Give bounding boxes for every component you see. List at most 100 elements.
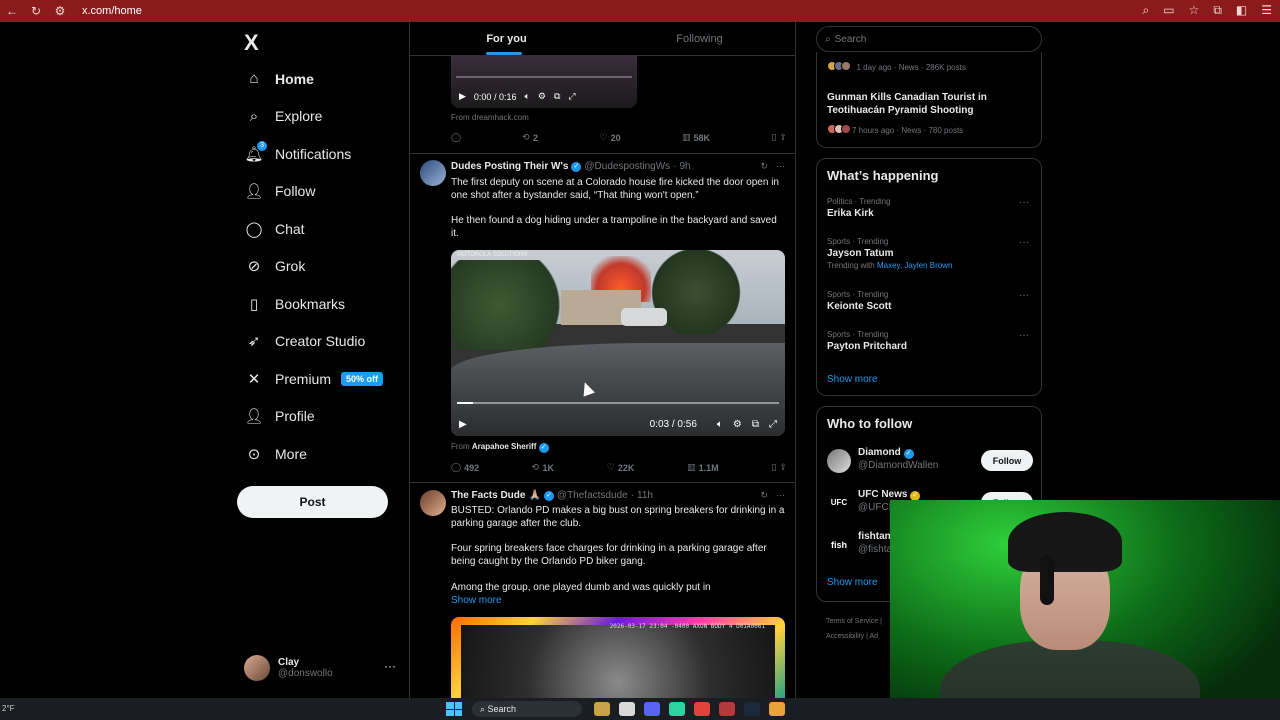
nav-notifications[interactable]: 🔔︎ 3 Notifications	[244, 135, 383, 173]
tab-for-you[interactable]: For you	[410, 22, 603, 55]
tweet-video[interactable]: MOTOROLA SOLUTIONS ▶ 0:03 / 0:56 🔈︎ ⚙ ⧉ …	[451, 250, 785, 436]
nav-explore[interactable]: ⌕ Explore	[244, 98, 383, 136]
bookmark-icon: ▯	[771, 132, 777, 142]
related-trend-link[interactable]: Maxey, Jaylen Brown	[877, 261, 952, 270]
repost-button[interactable]: ⟲ 2	[523, 132, 539, 143]
more-horizontal-icon[interactable]: ···	[384, 659, 396, 673]
steam-icon[interactable]	[744, 702, 760, 716]
video-progress-bar[interactable]	[457, 402, 779, 404]
settings-icon[interactable]: ⚙	[733, 419, 742, 430]
more-horizontal-icon[interactable]: ···	[776, 490, 785, 501]
back-icon[interactable]: ←	[0, 4, 24, 18]
trend-item[interactable]: Sports · Trending Keionte Scott ···	[827, 290, 1033, 312]
nav-home[interactable]: ⌂ Home	[244, 60, 383, 98]
nav-more[interactable]: ⊙ More	[244, 435, 383, 473]
show-more-link[interactable]: Show more	[451, 595, 502, 606]
sidepanel-icon[interactable]: ◧	[1236, 3, 1247, 18]
fullscreen-icon[interactable]: ⤢	[568, 91, 575, 102]
more-horizontal-icon[interactable]: ···	[1019, 330, 1029, 341]
nav-creator-studio[interactable]: ➶ Creator Studio	[244, 323, 383, 361]
repost-button[interactable]: ⟲ 1K	[532, 462, 554, 473]
nav-bookmarks[interactable]: ▯ Bookmarks	[244, 285, 383, 323]
tweet-time[interactable]: 9h	[679, 161, 690, 172]
media-source[interactable]: From dreamhack.com	[451, 113, 529, 122]
trend-item[interactable]: Sports · Trending Jayson Tatum Trending …	[827, 237, 1033, 270]
trend-item[interactable]: Sports · Trending Payton Pritchard ···	[827, 330, 1033, 352]
search-box[interactable]: ⌕	[816, 26, 1042, 52]
news-item[interactable]: Gunman Kills Canadian Tourist in Teotihu…	[827, 92, 1033, 138]
tweet-video-thumbnail[interactable]: 2026-03-17 23:04 -0400 AXON BODY 4 D01A0…	[451, 617, 785, 698]
windows-start-icon[interactable]	[446, 702, 462, 716]
volume-icon[interactable]: 🔈︎	[717, 419, 723, 430]
more-horizontal-icon[interactable]: ···	[1019, 237, 1029, 248]
play-icon[interactable]: ▶	[459, 419, 467, 430]
like-button[interactable]: ♡ 22K	[607, 462, 635, 473]
nav-follow[interactable]: 👤︎ Follow	[244, 173, 383, 211]
reload-icon[interactable]: ↻	[24, 4, 48, 18]
bookmark-button[interactable]: ▯ ⇪	[771, 462, 787, 473]
app-icon[interactable]	[669, 702, 685, 716]
more-horizontal-icon[interactable]: ···	[1019, 197, 1029, 208]
weather-temp[interactable]: 2°F	[2, 704, 15, 713]
trend-item[interactable]: Politics · Trending Erika Kirk ···	[827, 197, 1033, 219]
app-icon[interactable]	[719, 702, 735, 716]
author-name[interactable]: The Facts Dude	[451, 490, 525, 501]
show-more-link[interactable]: Show more	[827, 577, 878, 588]
reply-button[interactable]: ◯ 492	[451, 462, 479, 473]
search-input[interactable]	[834, 33, 1015, 45]
views-button[interactable]: ▥ 58K	[682, 132, 710, 143]
terms-link[interactable]: Terms of Service |	[826, 614, 882, 629]
author-handle[interactable]: @DudespostingWs	[584, 161, 670, 172]
site-info-icon[interactable]: ⚙	[48, 4, 72, 18]
nav-premium[interactable]: ✕ Premium 50% off	[244, 360, 384, 398]
reply-button[interactable]: ◯	[451, 132, 461, 143]
bookmark-icon: ▯	[249, 295, 259, 313]
address-bar[interactable]: x.com/home	[82, 5, 142, 17]
menu-icon[interactable]: ☰	[1261, 3, 1272, 18]
zoom-icon[interactable]: ⌕	[1142, 3, 1149, 18]
news-item[interactable]: 1 day ago · News · 286K posts	[827, 57, 966, 75]
video-progress-bar[interactable]	[456, 76, 632, 78]
tweet-time[interactable]: 11h	[637, 490, 653, 501]
grok-icon[interactable]: ↻	[760, 161, 768, 172]
views-button[interactable]: ▥ 1.1M	[687, 462, 719, 473]
follow-suggestion[interactable]: Diamond ✓ @DiamondWallen Follow	[827, 447, 1033, 477]
volume-icon[interactable]: 🔈︎	[524, 91, 529, 102]
fullscreen-icon[interactable]: ⤢	[769, 419, 777, 430]
tab-following[interactable]: Following	[603, 22, 795, 55]
avatar[interactable]	[420, 160, 446, 186]
media-source[interactable]: From Arapahoe Sheriff ✓	[451, 442, 549, 453]
avatar[interactable]	[420, 490, 446, 516]
pip-icon[interactable]: ⧉	[752, 419, 759, 430]
more-horizontal-icon[interactable]: ···	[1019, 290, 1029, 301]
cast-icon[interactable]: ▭	[1163, 3, 1174, 18]
nav-chat[interactable]: ◯ Chat	[244, 210, 383, 248]
taskbar-search[interactable]: ⌕ Search	[472, 701, 582, 717]
tweet-divider	[410, 153, 795, 154]
x-logo-icon[interactable]: X	[244, 30, 259, 56]
author-handle[interactable]: @Thefactsdude	[557, 490, 628, 501]
accessibility-link[interactable]: Accessibility | Ad	[826, 629, 882, 644]
grok-icon[interactable]: ↻	[760, 490, 768, 501]
more-horizontal-icon[interactable]: ···	[776, 161, 785, 172]
tweet-video-thumbnail[interactable]: ▶ 0:00 / 0:16 🔈︎ ⚙ ⧉ ⤢	[451, 56, 637, 108]
like-button[interactable]: ♡ 20	[599, 132, 620, 143]
nav-profile[interactable]: 👤︎ Profile	[244, 398, 383, 436]
app-icon[interactable]	[594, 702, 610, 716]
show-more-link[interactable]: Show more	[827, 374, 878, 385]
app-icon[interactable]	[694, 702, 710, 716]
discord-icon[interactable]	[644, 702, 660, 716]
nav-grok[interactable]: ⊘ Grok	[244, 248, 383, 286]
bookmark-button[interactable]: ▯ ⇪	[771, 132, 787, 143]
pip-icon[interactable]: ⧉	[554, 91, 560, 102]
post-button[interactable]: Post	[237, 486, 388, 518]
account-switcher[interactable]: Clay @donswollo ···	[244, 655, 400, 681]
star-icon[interactable]: ☆	[1189, 3, 1200, 18]
extensions-icon[interactable]: ⧉	[1213, 3, 1222, 18]
settings-icon[interactable]: ⚙	[538, 91, 546, 102]
follow-button[interactable]: Follow	[981, 450, 1033, 471]
author-name[interactable]: Dudes Posting Their W's	[451, 161, 568, 172]
file-explorer-icon[interactable]	[619, 702, 635, 716]
play-icon[interactable]: ▶	[459, 91, 466, 102]
chrome-icon[interactable]	[769, 702, 785, 716]
